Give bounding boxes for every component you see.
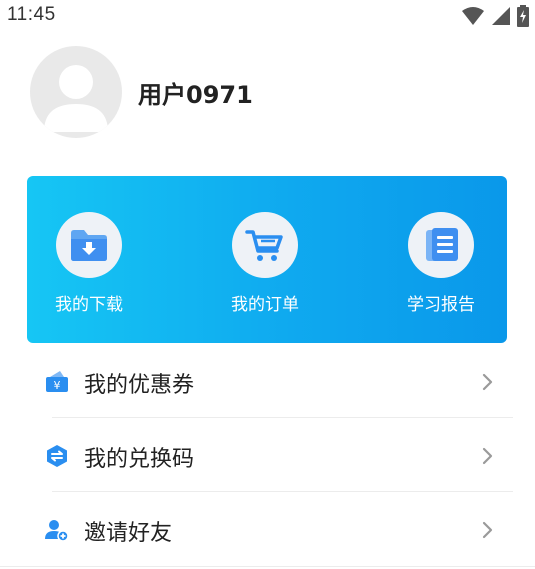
my-orders-label: 我的订单 xyxy=(231,295,299,315)
my-orders-button[interactable]: 我的订单 xyxy=(200,212,330,315)
bottom-divider xyxy=(0,566,535,567)
profile-header[interactable]: 用户0971 xyxy=(30,46,253,138)
wifi-icon xyxy=(461,6,485,30)
menu-item-coupons[interactable]: ¥ 我的优惠券 xyxy=(0,344,535,418)
menu-item-label: 邀请好友 xyxy=(84,521,173,546)
avatar[interactable] xyxy=(30,46,122,138)
report-book-icon xyxy=(408,212,474,278)
menu-item-invite-friends[interactable]: 邀请好友 xyxy=(0,492,535,566)
invite-friend-icon xyxy=(45,518,69,542)
status-time: 11:45 xyxy=(7,4,56,25)
coupon-icon: ¥ xyxy=(45,370,69,394)
menu-list: ¥ 我的优惠券 我的兑换码 邀请好友 xyxy=(0,344,535,566)
chevron-right-icon xyxy=(481,520,495,540)
study-report-button[interactable]: 学习报告 xyxy=(376,212,506,315)
study-report-label: 学习报告 xyxy=(407,295,475,315)
cart-icon xyxy=(232,212,298,278)
battery-icon xyxy=(517,5,529,31)
my-downloads-label: 我的下载 xyxy=(55,295,123,315)
menu-item-label: 我的优惠券 xyxy=(84,373,195,398)
svg-text:¥: ¥ xyxy=(54,379,61,392)
menu-item-label: 我的兑换码 xyxy=(84,447,195,472)
default-user-icon xyxy=(44,65,108,132)
username: 用户0971 xyxy=(138,80,253,109)
exchange-code-icon xyxy=(45,444,69,468)
cellular-signal-icon xyxy=(491,6,511,30)
status-bar: 11:45 xyxy=(0,0,535,30)
menu-item-redeem-code[interactable]: 我的兑换码 xyxy=(0,418,535,492)
chevron-right-icon xyxy=(481,446,495,466)
download-folder-icon xyxy=(56,212,122,278)
status-icons xyxy=(461,5,529,31)
my-downloads-button[interactable]: 我的下载 xyxy=(24,212,154,315)
chevron-right-icon xyxy=(481,372,495,392)
quick-actions-card: 我的下载 我的订单 学习报告 xyxy=(27,176,507,343)
